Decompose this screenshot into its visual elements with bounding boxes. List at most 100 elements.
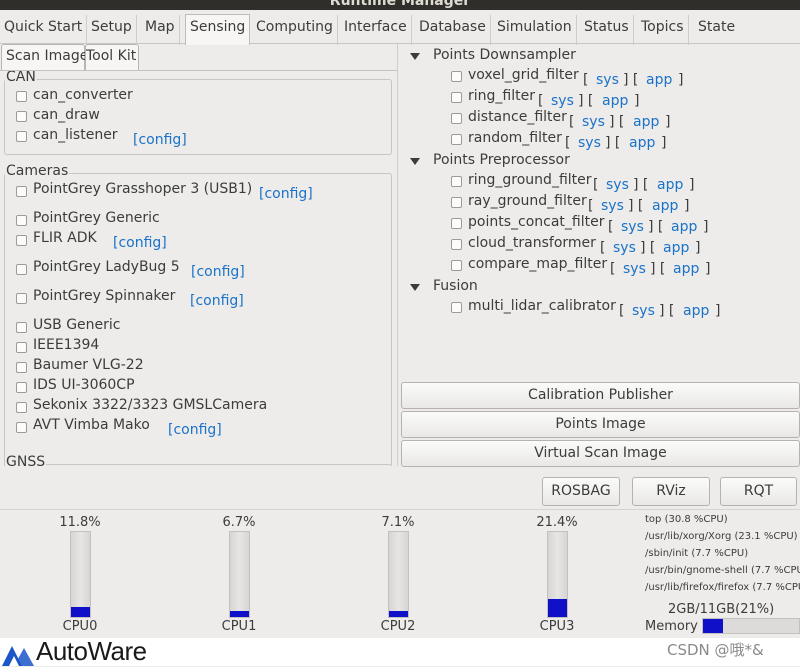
- cloud-transformer-checkbox[interactable]: [451, 239, 462, 250]
- rosbag-button[interactable]: ROSBAG: [542, 477, 620, 506]
- cloud-transformer-app-link[interactable]: app: [663, 240, 689, 256]
- pointgrey-generic-checkbox[interactable]: [16, 215, 27, 226]
- voxel-grid-filter-sys-link[interactable]: sys: [596, 72, 619, 88]
- window-titlebar: Runtime Manager: [0, 0, 800, 10]
- flir-adk-checkbox[interactable]: [16, 235, 27, 246]
- usb-generic-checkbox[interactable]: [16, 322, 27, 333]
- bracket-open: [: [593, 177, 599, 193]
- bracket-close: ]: [703, 219, 709, 235]
- ring-filter-app-link[interactable]: app: [602, 93, 628, 109]
- expand-arrow-icon[interactable]: [410, 53, 420, 60]
- avt-vimba-checkbox[interactable]: [16, 422, 27, 433]
- main-tab-bar: Quick Start Setup Map Sensing Computing …: [0, 10, 800, 45]
- bracket-close: ]: [715, 303, 721, 319]
- ring-ground-filter-app-link[interactable]: app: [657, 177, 683, 193]
- grasshoper-checkbox[interactable]: [16, 186, 27, 197]
- tab-status[interactable]: Status: [580, 15, 634, 45]
- points-concat-filter-app-link[interactable]: app: [671, 219, 697, 235]
- cpu2-bar: [388, 531, 409, 618]
- ring-ground-filter-checkbox[interactable]: [451, 176, 462, 187]
- compare-map-filter-sys-link[interactable]: sys: [623, 261, 646, 277]
- tab-setup[interactable]: Setup: [87, 15, 137, 45]
- usb-generic-label: USB Generic: [33, 317, 121, 333]
- points-image-button[interactable]: Points Image: [401, 411, 800, 438]
- can-listener-checkbox[interactable]: [16, 131, 27, 142]
- bracket-open: [: [619, 303, 625, 319]
- voxel-grid-filter-app-link[interactable]: app: [646, 72, 672, 88]
- can-draw-checkbox[interactable]: [16, 111, 27, 122]
- random-filter-app-link[interactable]: app: [629, 135, 655, 151]
- tab-sensing[interactable]: Sensing: [185, 14, 251, 45]
- avt-vimba-label: AVT Vimba Mako: [33, 417, 150, 433]
- autoware-logo-icon: [2, 646, 34, 666]
- avt-vimba-config-link[interactable]: [config]: [168, 422, 222, 438]
- cpu0-bar: [70, 531, 91, 618]
- voxel-grid-filter-checkbox[interactable]: [451, 71, 462, 82]
- cpu3-bar-fill: [548, 598, 567, 617]
- bracket-close: ]: [705, 261, 711, 277]
- bracket-close: ]: [684, 198, 690, 214]
- tab-map[interactable]: Map: [141, 15, 180, 45]
- expand-arrow-icon[interactable]: [410, 158, 420, 165]
- bracket-open: [: [608, 219, 614, 235]
- distance-filter-checkbox[interactable]: [451, 113, 462, 124]
- grasshoper-config-link[interactable]: [config]: [259, 186, 313, 202]
- ring-filter-sys-link[interactable]: sys: [551, 93, 574, 109]
- multi-lidar-calibrator-sys-link[interactable]: sys: [632, 303, 655, 319]
- tab-topics[interactable]: Topics: [637, 15, 689, 45]
- rviz-button[interactable]: RViz: [632, 477, 710, 506]
- multi-lidar-calibrator-app-link[interactable]: app: [683, 303, 709, 319]
- random-filter-sys-link[interactable]: sys: [578, 135, 601, 151]
- spinnaker-checkbox[interactable]: [16, 293, 27, 304]
- ladybug-config-link[interactable]: [config]: [191, 264, 245, 280]
- calibration-publisher-button[interactable]: Calibration Publisher: [401, 382, 800, 409]
- sekonix-checkbox[interactable]: [16, 402, 27, 413]
- ray-ground-filter-label: ray_ground_filter: [468, 193, 587, 209]
- tab-simulation[interactable]: Simulation: [493, 15, 577, 45]
- ladybug-checkbox[interactable]: [16, 264, 27, 275]
- points-concat-filter-checkbox[interactable]: [451, 218, 462, 229]
- baumer-checkbox[interactable]: [16, 362, 27, 373]
- spinnaker-label: PointGrey Spinnaker: [33, 288, 176, 304]
- tab-database[interactable]: Database: [415, 15, 491, 45]
- process-line: top (30.8 %CPU): [645, 514, 728, 525]
- bracket-open: [: [583, 72, 589, 88]
- flir-adk-config-link[interactable]: [config]: [113, 235, 167, 251]
- pointgrey-generic-label: PointGrey Generic: [33, 210, 160, 226]
- expand-arrow-icon[interactable]: [410, 284, 420, 291]
- subtab-scan-image[interactable]: Scan Image: [1, 44, 88, 71]
- distance-filter-sys-link[interactable]: sys: [582, 114, 605, 130]
- virtual-scan-image-button[interactable]: Virtual Scan Image: [401, 440, 800, 467]
- can-converter-checkbox[interactable]: [16, 91, 27, 102]
- ray-ground-filter-app-link[interactable]: app: [652, 198, 678, 214]
- compare-map-filter-app-link[interactable]: app: [673, 261, 699, 277]
- points-concat-filter-sys-link[interactable]: sys: [621, 219, 644, 235]
- ray-ground-filter-checkbox[interactable]: [451, 197, 462, 208]
- bracket-open: [: [588, 198, 594, 214]
- spinnaker-config-link[interactable]: [config]: [190, 293, 244, 309]
- ring-ground-filter-sys-link[interactable]: sys: [606, 177, 629, 193]
- ray-ground-filter-sys-link[interactable]: sys: [601, 198, 624, 214]
- distance-filter-app-link[interactable]: app: [633, 114, 659, 130]
- ids-checkbox[interactable]: [16, 382, 27, 393]
- cloud-transformer-sys-link[interactable]: sys: [613, 240, 636, 256]
- can-listener-config-link[interactable]: [config]: [133, 132, 187, 148]
- gnss-group: [4, 464, 392, 466]
- compare-map-filter-checkbox[interactable]: [451, 260, 462, 271]
- tab-state[interactable]: State: [694, 15, 739, 45]
- sensor-list-panel: CAN can_converter can_draw can_listener …: [0, 70, 397, 466]
- tab-quick-start[interactable]: Quick Start: [0, 15, 88, 45]
- multi-lidar-calibrator-checkbox[interactable]: [451, 302, 462, 313]
- bracket-pair: ] [: [609, 114, 625, 130]
- ring-filter-checkbox[interactable]: [451, 92, 462, 103]
- tab-interface[interactable]: Interface: [340, 15, 412, 45]
- subtab-tool-kit[interactable]: Tool Kit: [85, 44, 139, 71]
- tab-computing[interactable]: Computing: [252, 15, 338, 45]
- bracket-open: [: [600, 240, 606, 256]
- baumer-label: Baumer VLG-22: [33, 357, 144, 373]
- bracket-pair: ] [: [659, 303, 675, 319]
- rqt-button[interactable]: RQT: [720, 477, 797, 506]
- ieee1394-checkbox[interactable]: [16, 342, 27, 353]
- cpu1-bar-fill: [230, 611, 249, 617]
- random-filter-checkbox[interactable]: [451, 134, 462, 145]
